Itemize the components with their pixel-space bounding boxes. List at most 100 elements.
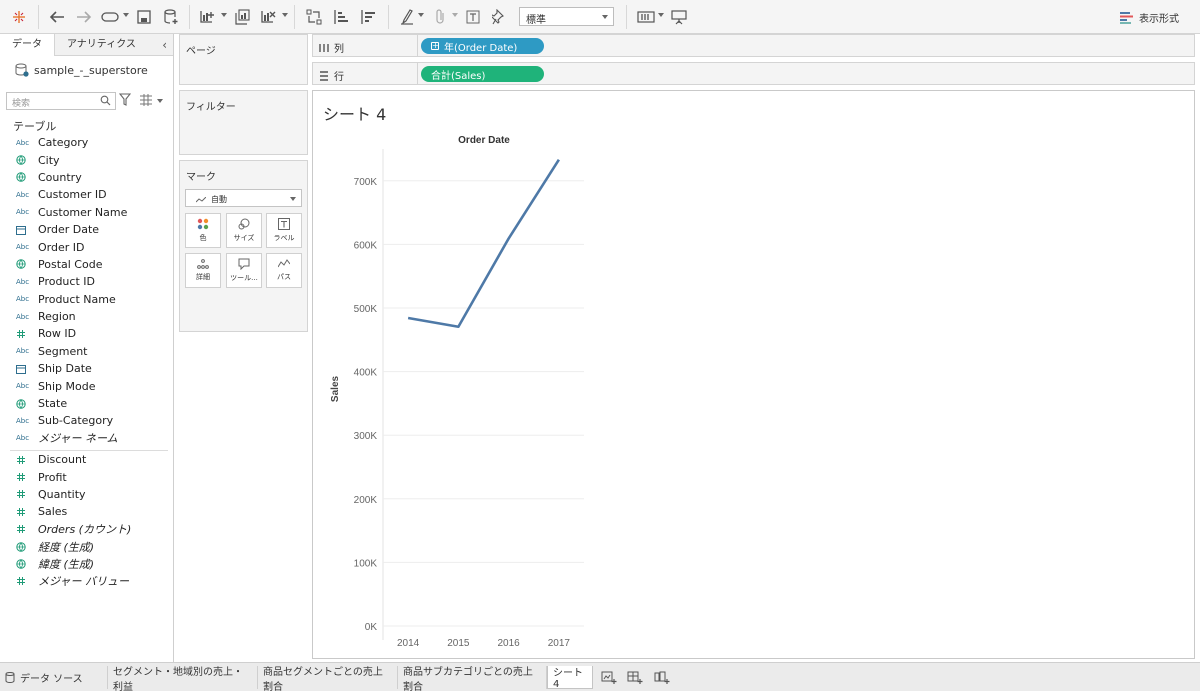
field-item[interactable]: Abc Segment xyxy=(0,343,170,360)
field-item[interactable]: Abc Category xyxy=(0,134,170,151)
field-item[interactable]: City xyxy=(0,151,170,168)
fix-axes-pin-icon[interactable] xyxy=(489,6,509,28)
detail-icon xyxy=(197,259,209,269)
expand-plus-icon[interactable]: + xyxy=(431,42,439,50)
rows-pill-label: 合計(Sales) xyxy=(431,70,486,82)
new-dashboard-tab-icon[interactable] xyxy=(627,671,643,685)
redo-icon[interactable] xyxy=(74,6,94,28)
field-item[interactable]: 緯度 (生成) xyxy=(0,555,170,572)
sort-ascending-icon[interactable] xyxy=(331,6,351,28)
tab-sheet-segment-region[interactable]: セグメント・地域別の売上・利益 xyxy=(108,666,258,693)
fit-select[interactable]: 標準 xyxy=(519,7,614,26)
data-point[interactable] xyxy=(455,324,461,330)
y-tick-labels: 0K 100K 200K 300K 400K 500K 600K 700K xyxy=(354,177,378,633)
duplicate-sheet-icon[interactable] xyxy=(232,6,252,28)
field-item[interactable]: Abc Product ID xyxy=(0,273,170,290)
detail-button[interactable]: 詳細 xyxy=(185,253,221,288)
group-members-icon[interactable] xyxy=(430,6,450,28)
show-me-button[interactable]: 表示形式 xyxy=(1120,10,1179,25)
field-item[interactable]: Row ID xyxy=(0,325,170,342)
sales-line-chart[interactable]: 0K100K200K300K400K500K600K700K 2014 2015 2… xyxy=(313,91,1194,658)
undo-icon[interactable] xyxy=(47,6,67,28)
tab-sheet-product-segment[interactable]: 商品セグメントごとの売上割合 xyxy=(258,666,398,693)
save-icon[interactable] xyxy=(134,6,154,28)
size-button[interactable]: サイズ xyxy=(226,213,262,248)
field-item[interactable]: Abc Ship Mode xyxy=(0,377,170,394)
tab-sheet-4[interactable]: シート 4 xyxy=(547,666,593,690)
path-button[interactable]: パス xyxy=(266,253,302,288)
field-label: Ship Mode xyxy=(38,379,96,393)
field-item[interactable]: Abc メジャー ネーム xyxy=(0,430,170,447)
highlight-dropdown-icon[interactable] xyxy=(418,13,424,17)
swap-rows-columns-icon[interactable] xyxy=(304,6,324,28)
field-item[interactable]: Profit xyxy=(0,468,170,485)
rows-pill-sales[interactable]: 合計(Sales) xyxy=(421,66,544,82)
highlight-icon[interactable] xyxy=(397,6,417,28)
sales-line[interactable] xyxy=(407,158,560,329)
field-label: Country xyxy=(38,170,82,184)
field-item[interactable]: Discount xyxy=(0,451,170,468)
pages-card-title: ページ xyxy=(186,46,216,57)
pages-card[interactable]: ページ xyxy=(179,34,308,85)
new-worksheet-tab-icon[interactable] xyxy=(601,671,617,685)
field-item[interactable]: Sales xyxy=(0,503,170,520)
collapse-pane-icon[interactable]: ‹ xyxy=(162,38,167,52)
tableau-logo-icon[interactable] xyxy=(10,6,28,28)
clear-dropdown-icon[interactable] xyxy=(282,13,288,17)
new-worksheet-dropdown-icon[interactable] xyxy=(221,13,227,17)
field-item[interactable]: Order Date xyxy=(0,221,170,238)
tab-sheet-subcategory[interactable]: 商品サブカテゴリごとの売上割合 xyxy=(398,666,547,693)
field-item[interactable]: Abc Order ID xyxy=(0,238,170,255)
new-datasource-icon[interactable] xyxy=(161,6,181,28)
mark-type-select[interactable]: 自動 xyxy=(185,189,302,207)
field-item[interactable]: Abc Product Name xyxy=(0,291,170,308)
field-item[interactable]: Abc Region xyxy=(0,308,170,325)
datasource-item[interactable]: sample_-_superstore xyxy=(15,63,148,77)
group-dropdown-icon[interactable] xyxy=(452,13,458,17)
field-item[interactable]: Ship Date xyxy=(0,360,170,377)
field-item[interactable]: Abc Customer ID xyxy=(0,186,170,203)
field-item[interactable]: メジャー バリュー xyxy=(0,573,170,590)
field-item[interactable]: State xyxy=(0,395,170,412)
sort-descending-icon[interactable] xyxy=(358,6,378,28)
show-cards-icon[interactable] xyxy=(636,6,656,28)
tooltip-button[interactable]: ツール... xyxy=(226,253,262,288)
data-point[interactable] xyxy=(556,157,562,163)
tab-analytics[interactable]: アナリティクス xyxy=(55,34,173,56)
view-options-dropdown-icon[interactable] xyxy=(157,99,163,103)
field-label: Product ID xyxy=(38,275,95,289)
new-worksheet-icon[interactable] xyxy=(197,6,217,28)
view-options-icon[interactable] xyxy=(139,93,153,107)
filters-card[interactable]: フィルター xyxy=(179,90,308,155)
data-point[interactable] xyxy=(506,236,512,242)
number-type-icon xyxy=(0,576,38,586)
search-input[interactable]: 検索 xyxy=(6,92,116,110)
label-button[interactable]: ラベル xyxy=(266,213,302,248)
field-item[interactable]: 経度 (生成) xyxy=(0,538,170,555)
new-story-tab-icon[interactable] xyxy=(654,671,670,685)
field-item[interactable]: Quantity xyxy=(0,486,170,503)
columns-pill-order-date[interactable]: + 年(Order Date) xyxy=(421,38,544,54)
show-cards-dropdown-icon[interactable] xyxy=(658,13,664,17)
tab-data[interactable]: データ xyxy=(0,34,55,56)
presentation-mode-icon[interactable] xyxy=(669,6,689,28)
field-item[interactable]: Orders (カウント) xyxy=(0,521,170,538)
field-item[interactable]: Postal Code xyxy=(0,256,170,273)
data-point[interactable] xyxy=(405,315,411,321)
field-item[interactable]: Abc Customer Name xyxy=(0,204,170,221)
tables-heading: テーブル xyxy=(13,120,57,133)
field-label: State xyxy=(38,397,68,411)
field-item[interactable]: Country xyxy=(0,169,170,186)
filter-icon[interactable] xyxy=(119,93,131,107)
replay-icon[interactable] xyxy=(100,6,120,28)
field-label: Row ID xyxy=(38,327,77,341)
columns-shelf[interactable]: 列 + 年(Order Date) xyxy=(312,34,1195,57)
tab-data-source-label: データ ソース xyxy=(20,674,83,685)
field-item[interactable]: Abc Sub-Category xyxy=(0,412,170,429)
color-button[interactable]: 色 xyxy=(185,213,221,248)
tab-data-source[interactable]: データ ソース xyxy=(0,666,108,689)
clear-sheet-icon[interactable] xyxy=(258,6,278,28)
rows-shelf[interactable]: 行 合計(Sales) xyxy=(312,62,1195,85)
show-labels-icon[interactable] xyxy=(463,6,483,28)
replay-dropdown-icon[interactable] xyxy=(123,13,129,17)
